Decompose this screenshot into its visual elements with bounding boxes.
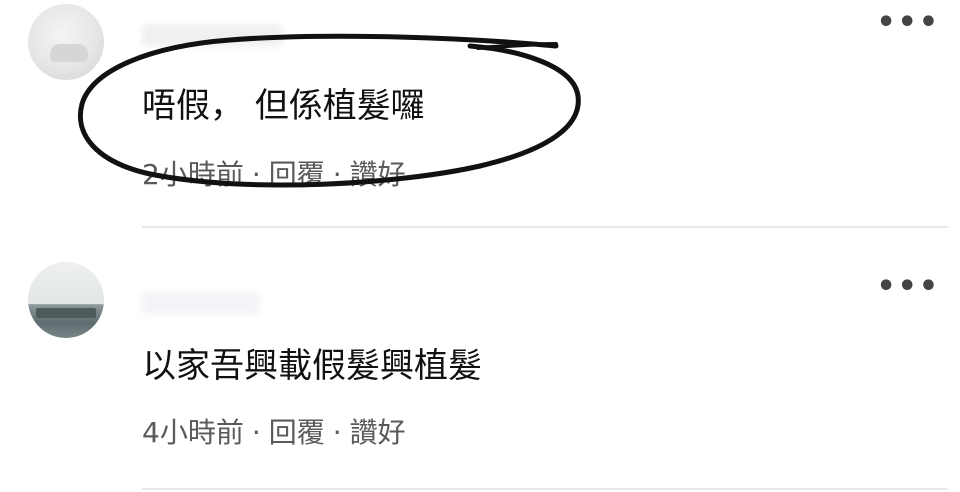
- comment-item: ••• 唔假， 但係植髮囉 2小時前 · 回覆 · 讚好: [0, 0, 960, 228]
- meta-separator: ·: [251, 158, 261, 191]
- meta-separator: ·: [332, 158, 342, 191]
- username-blurred[interactable]: [142, 24, 282, 46]
- avatar[interactable]: [28, 262, 104, 338]
- comment-item: ••• 以家吾興載假髮興植髮 4小時前 · 回覆 · 讚好: [0, 240, 960, 492]
- meta-separator: ·: [332, 416, 342, 449]
- more-options-icon[interactable]: •••: [876, 8, 940, 38]
- avatar-image: [36, 308, 96, 318]
- like-button[interactable]: 讚好: [350, 416, 406, 449]
- comment-meta: 4小時前 · 回覆 · 讚好: [142, 416, 406, 450]
- comment-timestamp: 2小時前: [142, 158, 244, 191]
- reply-button[interactable]: 回覆: [269, 416, 325, 449]
- meta-separator: ·: [251, 416, 261, 449]
- avatar[interactable]: [28, 4, 104, 80]
- comment-text: 以家吾興載假髮興植髮: [142, 346, 482, 386]
- comment-text: 唔假， 但係植髮囉: [142, 86, 425, 126]
- like-button[interactable]: 讚好: [350, 158, 406, 191]
- more-options-icon[interactable]: •••: [876, 272, 940, 302]
- avatar-image: [50, 44, 88, 62]
- reply-button[interactable]: 回覆: [269, 158, 325, 191]
- comment-meta: 2小時前 · 回覆 · 讚好: [142, 158, 406, 192]
- divider: [142, 488, 948, 490]
- comment-timestamp: 4小時前: [142, 416, 244, 449]
- username-blurred[interactable]: [142, 292, 260, 314]
- divider: [142, 226, 948, 228]
